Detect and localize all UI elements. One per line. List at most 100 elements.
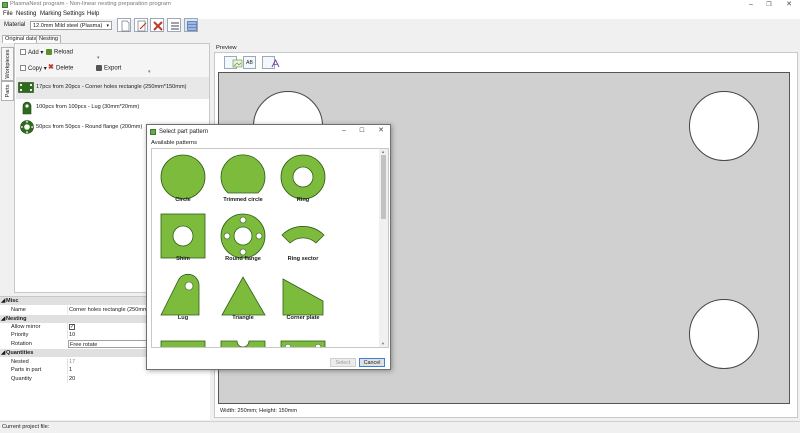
close-button[interactable]: ✕ [782, 0, 796, 10]
minimize-button[interactable]: – [744, 0, 758, 10]
chevron-down-icon: ▾ [43, 66, 47, 72]
pattern-label-round-flange[interactable]: Round flange [212, 256, 274, 262]
rectangle-pattern-shape[interactable] [159, 339, 207, 348]
allow-mirror-checkbox[interactable]: ✓ [69, 324, 75, 330]
round-flange-icon [20, 120, 34, 134]
trimmed-circle-pattern-shape[interactable] [219, 153, 267, 201]
pattern-label-circle[interactable]: Circle [152, 197, 214, 203]
chevron-down-icon: ▾ [97, 55, 100, 61]
preview-image-button[interactable] [224, 56, 242, 69]
preview-dimensions: Width: 250mm; Height: 150mm [220, 408, 298, 414]
material-label: Material [4, 22, 26, 28]
circle-pattern-shape[interactable] [159, 153, 207, 201]
dialog-close-button[interactable]: ✕ [374, 126, 388, 136]
copy-icon [20, 65, 26, 72]
parts-toolbar: Add ▾ Reload Copy ▾ ✖ Delete Export ▾ ▾ [16, 44, 209, 77]
export-button[interactable]: Export [96, 65, 121, 72]
menu-marking[interactable]: Marking [40, 10, 61, 19]
list-icon [171, 22, 179, 30]
status-text: Current project file: [2, 424, 50, 430]
list-item-label: 100pcs from 100pcs - Lug (30mm*20mm) [36, 104, 140, 110]
copy-button[interactable]: Copy ▾ [20, 65, 47, 72]
ring-sector-pattern-shape[interactable] [279, 212, 327, 260]
menu-help[interactable]: Help [87, 10, 99, 19]
pattern-label-triangle[interactable]: Triangle [212, 315, 274, 321]
round-flange-pattern-shape[interactable] [219, 212, 267, 260]
tab-strip: Original data Nesting [0, 35, 210, 43]
list-item[interactable]: 100pcs from 100pcs - Lug (30mm*20mm) [16, 97, 209, 119]
list-item-label: 50pcs from 50pcs - Round flange (200mm) [36, 124, 143, 130]
edit-icon [137, 20, 147, 32]
pattern-label-lug[interactable]: Lug [152, 315, 214, 321]
part-hole [689, 299, 759, 369]
preview-marking-button[interactable] [262, 56, 279, 69]
corner-plate-pattern-shape[interactable] [279, 271, 327, 319]
delete-button[interactable] [150, 18, 164, 32]
tab-original-data[interactable]: Original data [2, 35, 40, 43]
pattern-label-ring[interactable]: Ring [272, 197, 334, 203]
select-part-pattern-dialog: Select part pattern – ☐ ✕ Available patt… [146, 124, 391, 370]
chevron-down-icon: ▾ [148, 69, 151, 75]
side-tab-workpieces[interactable]: Workpieces [1, 47, 14, 81]
grid-icon [187, 21, 197, 31]
lug-icon [22, 101, 32, 115]
maximize-button[interactable]: ❐ [762, 0, 776, 10]
corner-holes-rectangle-pattern-shape[interactable] [279, 339, 327, 348]
tab-nesting[interactable]: Nesting [36, 35, 61, 43]
reload-icon [46, 49, 52, 55]
pattern-label-shim[interactable]: Shim [152, 256, 214, 262]
list-item[interactable]: 17pcs from 20pcs - Corner holes rectangl… [16, 77, 209, 99]
lug-pattern-shape[interactable] [159, 271, 207, 319]
pattern-label-ring-sector[interactable]: Ring sector [272, 256, 334, 262]
pattern-label-corner-plate[interactable]: Corner plate [272, 315, 334, 321]
edit-button[interactable] [134, 18, 148, 32]
title-bar: PlasmaNest program - Non-linear nesting … [0, 0, 800, 10]
menu-settings[interactable]: Settings [63, 10, 85, 19]
preview-text-button[interactable]: AB [243, 56, 256, 69]
marking-icon [271, 58, 279, 68]
pattern-label-trimmed-circle[interactable]: Trimmed circle [212, 197, 274, 203]
slotted-plate-pattern-shape[interactable] [219, 339, 267, 348]
list-button[interactable] [167, 18, 181, 32]
triangle-pattern-shape[interactable] [219, 271, 267, 319]
image-icon [232, 59, 242, 68]
chevron-down-icon[interactable]: ▼ [381, 341, 385, 346]
shim-pattern-shape[interactable] [159, 212, 207, 260]
material-value: 12.0mm Mild steel (Plasma) [33, 23, 103, 29]
menu-nesting[interactable]: Nesting [16, 10, 36, 19]
dialog-minimize-button[interactable]: – [337, 126, 351, 136]
dialog-subtitle: Available patterns [151, 140, 197, 146]
preview-label: Preview [216, 45, 237, 51]
grid-button[interactable] [184, 18, 198, 32]
delete-icon: ✖ [48, 64, 54, 71]
scrollbar-thumb[interactable] [381, 155, 386, 219]
menu-file[interactable]: File [3, 10, 13, 19]
add-button[interactable]: Add ▾ [20, 49, 43, 56]
material-select[interactable]: 12.0mm Mild steel (Plasma) ▾ [30, 21, 112, 30]
new-document-icon [121, 20, 130, 32]
chevron-up-icon[interactable]: ▲ [381, 149, 385, 154]
reload-button[interactable]: Reload [46, 49, 73, 56]
window-title: PlasmaNest program - Non-linear nesting … [10, 1, 171, 7]
delete-part-button[interactable]: ✖ Delete [48, 64, 73, 72]
property-row-quantity[interactable]: Quantity 20 [0, 375, 210, 383]
cancel-button[interactable]: Cancel [359, 358, 385, 367]
add-icon [20, 49, 26, 56]
delete-icon [153, 21, 163, 31]
list-item-label: 17pcs from 20pcs - Corner holes rectangl… [36, 84, 187, 90]
rotation-select[interactable]: Free rotate [68, 340, 148, 348]
status-bar [0, 421, 800, 433]
app-icon [150, 129, 156, 135]
app-icon [2, 2, 8, 8]
new-button[interactable] [117, 18, 131, 32]
ring-pattern-shape[interactable] [279, 153, 327, 201]
chevron-down-icon: ▾ [106, 23, 109, 29]
corner-holes-rectangle-icon [18, 82, 34, 93]
side-tab-parts[interactable]: Parts [1, 81, 14, 101]
pattern-gallery: Circle Trimmed circle Ring Shim Round fl… [151, 148, 389, 348]
side-tab-strip: Workpieces Parts [0, 43, 15, 293]
select-button[interactable]: Select [330, 358, 356, 367]
save-icon [96, 65, 102, 71]
dialog-maximize-button[interactable]: ☐ [355, 126, 369, 136]
chevron-down-icon: ▾ [40, 50, 44, 56]
